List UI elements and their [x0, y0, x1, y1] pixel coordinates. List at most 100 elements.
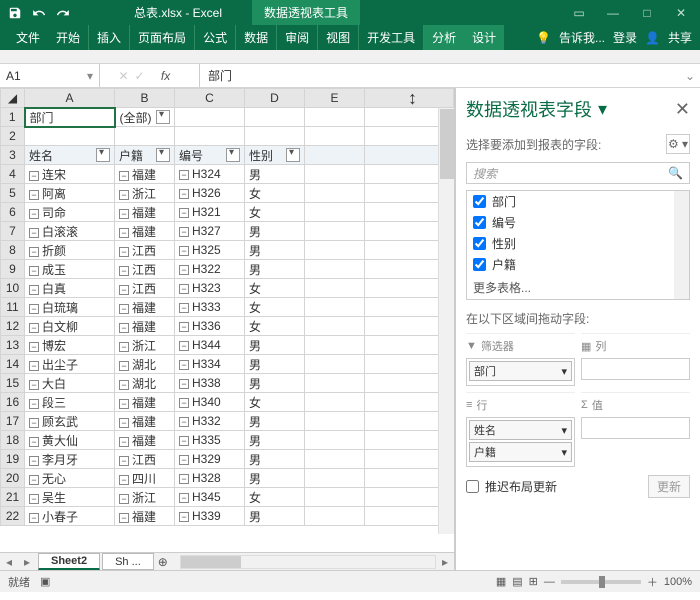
row-header[interactable]: 20 — [1, 469, 25, 488]
cell[interactable]: 男 — [245, 469, 305, 488]
cell[interactable]: −福建 — [115, 507, 175, 526]
fx-icon[interactable]: fx — [151, 69, 181, 83]
cell[interactable]: −段三 — [25, 393, 115, 412]
collapse-icon[interactable]: − — [179, 227, 189, 237]
row-header[interactable]: 7 — [1, 222, 25, 241]
col-header-e[interactable]: E — [305, 89, 365, 108]
gear-icon[interactable]: ⚙ ▾ — [666, 134, 690, 154]
row-header[interactable]: 11 — [1, 298, 25, 317]
cell[interactable]: −H334 — [175, 355, 245, 374]
cell[interactable]: −H328 — [175, 469, 245, 488]
cell[interactable]: −H333 — [175, 298, 245, 317]
chevron-down-icon[interactable]: ▾ — [87, 69, 93, 83]
cell[interactable]: −福建 — [115, 317, 175, 336]
field-item[interactable]: 编号 — [467, 212, 689, 233]
cell[interactable]: −福建 — [115, 222, 175, 241]
update-button[interactable]: 更新 — [648, 475, 690, 498]
collapse-icon[interactable]: − — [119, 475, 129, 485]
cell[interactable]: −小春子 — [25, 507, 115, 526]
cell[interactable]: −H327 — [175, 222, 245, 241]
row-header[interactable]: 5 — [1, 184, 25, 203]
add-sheet-icon[interactable]: ⊕ — [154, 554, 172, 570]
maximize-icon[interactable]: □ — [632, 3, 662, 23]
collapse-icon[interactable]: − — [179, 246, 189, 256]
row-header[interactable]: 4 — [1, 165, 25, 184]
name-box[interactable]: A1 ▾ — [0, 64, 100, 87]
collapse-icon[interactable]: − — [119, 513, 129, 523]
rows-area[interactable]: ≡行 姓名▾ 户籍▾ — [466, 392, 575, 467]
filter-dropdown-icon[interactable] — [286, 148, 300, 162]
collapse-icon[interactable]: − — [179, 512, 189, 522]
cell[interactable]: −H332 — [175, 412, 245, 431]
cell[interactable]: −出尘子 — [25, 355, 115, 374]
formula-bar[interactable]: 部门 — [200, 67, 680, 84]
collapse-icon[interactable]: − — [119, 266, 129, 276]
sheet-nav-prev-icon[interactable]: ◂ — [0, 555, 18, 569]
cell[interactable]: 部门 — [25, 108, 115, 127]
cell[interactable]: −H339 — [175, 507, 245, 526]
row-header[interactable]: 17 — [1, 412, 25, 431]
collapse-icon[interactable]: − — [29, 209, 39, 219]
cell[interactable]: −司命 — [25, 203, 115, 222]
collapse-icon[interactable]: − — [179, 170, 189, 180]
cell[interactable]: −阿离 — [25, 184, 115, 203]
collapse-icon[interactable]: − — [179, 303, 189, 313]
row-header[interactable]: 12 — [1, 317, 25, 336]
cell[interactable]: −江西 — [115, 241, 175, 260]
cell[interactable]: −湖北 — [115, 355, 175, 374]
row-header[interactable]: 18 — [1, 431, 25, 450]
spreadsheet-grid[interactable]: ◢ A B C D E 1 部门 (全部) 2 3 姓名 户籍 编号 — [0, 88, 454, 526]
defer-checkbox[interactable] — [466, 480, 479, 493]
cell[interactable]: −H329 — [175, 450, 245, 469]
collapse-icon[interactable]: − — [29, 513, 39, 523]
collapse-icon[interactable]: − — [179, 474, 189, 484]
collapse-icon[interactable]: − — [119, 342, 129, 352]
collapse-icon[interactable]: − — [119, 380, 129, 390]
collapse-icon[interactable]: − — [29, 418, 39, 428]
scroll-right-icon[interactable]: ▸ — [436, 555, 454, 569]
collapse-icon[interactable]: − — [179, 417, 189, 427]
more-tables[interactable]: 更多表格... — [467, 275, 689, 300]
field-checkbox[interactable] — [473, 195, 486, 208]
cell[interactable]: −H325 — [175, 241, 245, 260]
field-checkbox[interactable] — [473, 237, 486, 250]
pivot-header[interactable]: 性别 — [245, 146, 305, 165]
cell[interactable]: −福建 — [115, 165, 175, 184]
row-header[interactable]: 14 — [1, 355, 25, 374]
cell[interactable]: 男 — [245, 374, 305, 393]
field-item[interactable]: 部门 — [467, 191, 689, 212]
cell[interactable]: −无心 — [25, 469, 115, 488]
minimize-icon[interactable]: — — [598, 3, 628, 23]
close-pane-icon[interactable]: ✕ — [675, 99, 690, 120]
row-header[interactable]: 21 — [1, 488, 25, 507]
col-header-d[interactable]: D — [245, 89, 305, 108]
collapse-icon[interactable]: − — [119, 399, 129, 409]
cell[interactable]: −湖北 — [115, 374, 175, 393]
columns-area[interactable]: ▦列 — [581, 333, 690, 386]
cancel-icon[interactable]: ✕ — [118, 69, 128, 83]
filter-dropdown-icon[interactable] — [226, 148, 240, 162]
select-all[interactable]: ◢ — [1, 89, 25, 108]
cell[interactable]: 男 — [245, 222, 305, 241]
cell[interactable]: −大白 — [25, 374, 115, 393]
collapse-icon[interactable]: − — [29, 266, 39, 276]
tab-formulas[interactable]: 公式 — [195, 25, 236, 50]
macro-record-icon[interactable]: ▣ — [40, 575, 50, 588]
collapse-icon[interactable]: − — [179, 360, 189, 370]
cell[interactable]: −折颜 — [25, 241, 115, 260]
field-item[interactable]: 户籍 — [467, 254, 689, 275]
cell[interactable]: −H322 — [175, 260, 245, 279]
signin[interactable]: 登录 — [613, 29, 637, 46]
collapse-icon[interactable]: − — [119, 494, 129, 504]
tab-design[interactable]: 设计 — [464, 25, 504, 50]
horizontal-scrollbar[interactable] — [180, 555, 436, 569]
cell[interactable]: −吴生 — [25, 488, 115, 507]
collapse-icon[interactable]: − — [119, 209, 129, 219]
collapse-icon[interactable]: − — [29, 380, 39, 390]
cell[interactable]: −福建 — [115, 412, 175, 431]
cell[interactable]: −H335 — [175, 431, 245, 450]
cell[interactable]: 男 — [245, 241, 305, 260]
cell[interactable]: −连宋 — [25, 165, 115, 184]
cell[interactable]: 男 — [245, 355, 305, 374]
expand-formula-icon[interactable]: ⌄ — [680, 69, 700, 83]
